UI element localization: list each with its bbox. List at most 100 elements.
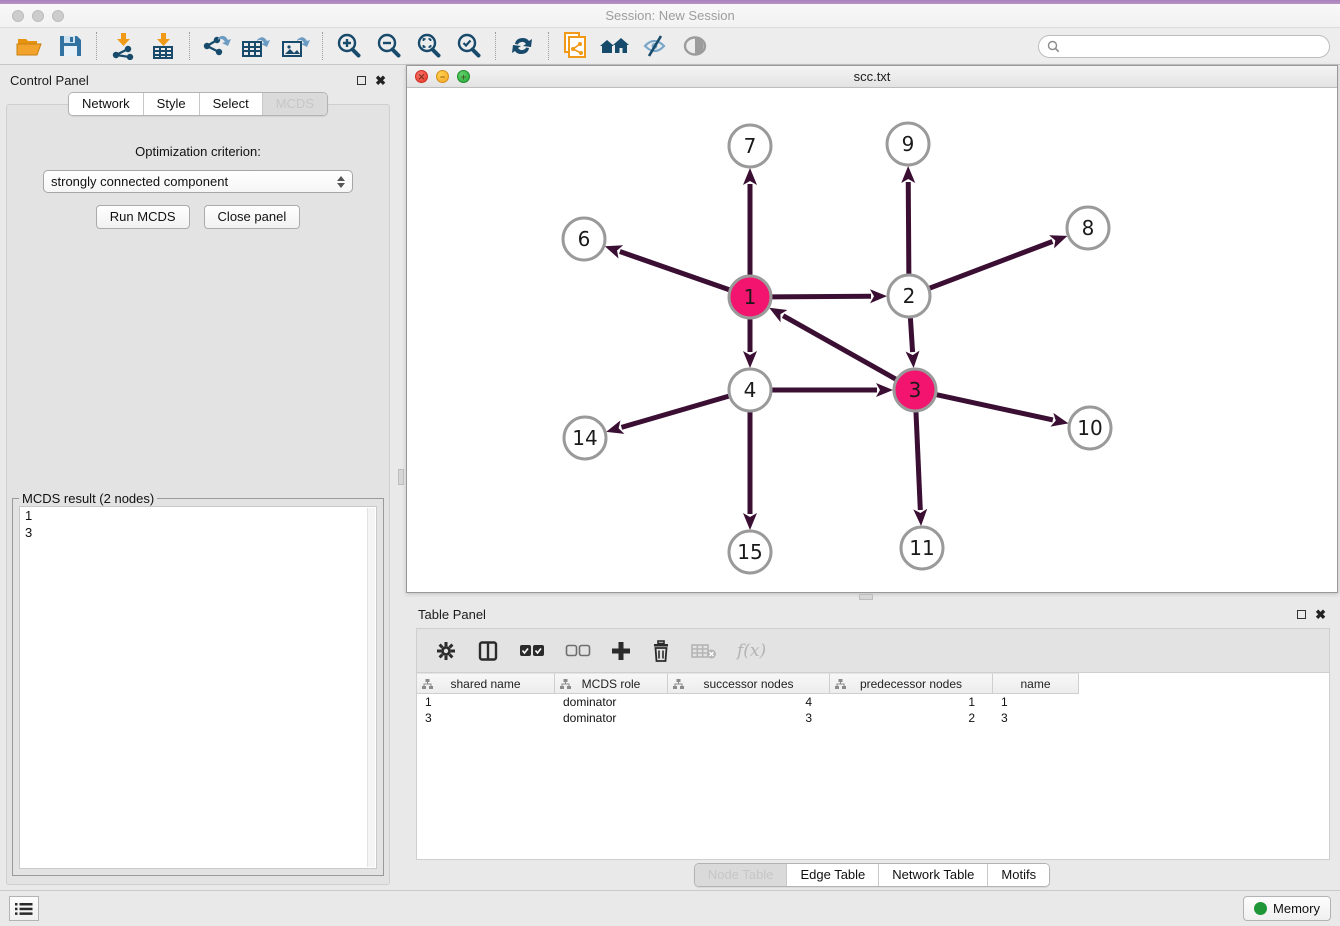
svg-text:14: 14 — [572, 426, 597, 450]
cell-name[interactable]: 3 — [993, 710, 1079, 726]
zoom-fit-icon[interactable] — [409, 31, 449, 61]
network-graph[interactable]: 7 9 6 8 1 2 4 3 14 10 15 11 — [407, 88, 1337, 592]
mcds-result-list[interactable]: 13 — [19, 506, 377, 869]
table-row[interactable]: 3dominator323 — [417, 710, 1329, 726]
edge-2-3[interactable] — [910, 318, 912, 352]
svg-text:4: 4 — [744, 378, 757, 402]
cell-predecessor-nodes[interactable]: 2 — [830, 710, 993, 726]
svg-text:7: 7 — [744, 134, 757, 158]
splitter-grip[interactable] — [859, 594, 873, 600]
graph-node-10[interactable]: 10 — [1069, 407, 1111, 449]
save-session-icon[interactable] — [50, 31, 90, 61]
delete-column-icon[interactable] — [651, 640, 671, 662]
export-table-icon[interactable] — [236, 31, 276, 61]
criterion-dropdown[interactable]: strongly connected component — [43, 170, 353, 193]
column-header-predecessor-nodes[interactable]: predecessor nodes — [830, 673, 993, 694]
network-canvas[interactable]: 7 9 6 8 1 2 4 3 14 10 15 11 — [407, 88, 1337, 592]
export-network-icon[interactable] — [196, 31, 236, 61]
graph-node-11[interactable]: 11 — [901, 527, 943, 569]
cell-successor-nodes[interactable]: 3 — [668, 710, 830, 726]
cell-name[interactable]: 1 — [993, 694, 1079, 710]
import-table-icon[interactable] — [143, 31, 183, 61]
column-header-name[interactable]: name — [993, 673, 1079, 694]
edge-2-9[interactable] — [908, 182, 909, 274]
horizontal-splitter[interactable] — [406, 593, 1338, 602]
graph-node-14[interactable]: 14 — [564, 417, 606, 459]
graph-node-1[interactable]: 1 — [729, 276, 771, 318]
table-panel-header: Table Panel ✖ — [406, 602, 1338, 626]
import-network-icon[interactable] — [103, 31, 143, 61]
export-image-icon[interactable] — [276, 31, 316, 61]
close-panel-button[interactable]: Close panel — [204, 205, 301, 229]
tab-network[interactable]: Network — [69, 93, 143, 115]
maximize-window-button[interactable] — [52, 10, 64, 22]
edge-3-11[interactable] — [916, 412, 920, 510]
columns-icon[interactable] — [477, 640, 499, 662]
cell-predecessor-nodes[interactable]: 1 — [830, 694, 993, 710]
node-table[interactable]: shared nameMCDS rolesuccessor nodesprede… — [417, 673, 1329, 859]
search-input[interactable] — [1065, 38, 1321, 54]
zoom-selected-icon[interactable] — [449, 31, 489, 61]
run-mcds-button[interactable]: Run MCDS — [96, 205, 190, 229]
graph-node-7[interactable]: 7 — [729, 125, 771, 167]
unselect-all-icon[interactable] — [565, 644, 591, 658]
zoom-in-icon[interactable] — [329, 31, 369, 61]
graph-node-4[interactable]: 4 — [729, 369, 771, 411]
memory-button[interactable]: Memory — [1243, 896, 1331, 921]
table-row[interactable]: 1dominator411 — [417, 694, 1329, 710]
close-panel-icon[interactable]: ✖ — [375, 74, 386, 87]
task-history-button[interactable] — [9, 896, 39, 921]
cell-successor-nodes[interactable]: 4 — [668, 694, 830, 710]
tab-node-table[interactable]: Node Table — [695, 864, 787, 886]
graph-node-6[interactable]: 6 — [563, 218, 605, 260]
cell-shared-name[interactable]: 1 — [417, 694, 555, 710]
graph-node-9[interactable]: 9 — [887, 123, 929, 165]
column-header-MCDS-role[interactable]: MCDS role — [555, 673, 668, 694]
float-panel-icon[interactable] — [357, 76, 366, 85]
result-scrollbar[interactable] — [367, 508, 375, 867]
graph-node-8[interactable]: 8 — [1067, 207, 1109, 249]
refresh-layout-icon[interactable] — [502, 31, 542, 61]
network-minimize-button[interactable]: − — [436, 70, 449, 83]
network-close-button[interactable]: ✕ — [415, 70, 428, 83]
tab-network-table[interactable]: Network Table — [878, 864, 987, 886]
zoom-out-icon[interactable] — [369, 31, 409, 61]
select-all-icon[interactable] — [519, 644, 545, 658]
hide-selected-icon[interactable] — [635, 31, 675, 61]
search-field[interactable] — [1038, 35, 1330, 58]
tab-motifs[interactable]: Motifs — [987, 864, 1049, 886]
memory-button-label: Memory — [1273, 901, 1320, 916]
tab-select[interactable]: Select — [199, 93, 262, 115]
graph-node-3[interactable]: 3 — [894, 369, 936, 411]
float-table-panel-icon[interactable] — [1297, 610, 1306, 619]
add-column-icon[interactable] — [611, 641, 631, 661]
network-view-window: ✕ − + scc.txt 79681243141015 — [406, 65, 1338, 593]
minimize-window-button[interactable] — [32, 10, 44, 22]
graph-node-2[interactable]: 2 — [888, 275, 930, 317]
clone-network-icon[interactable] — [555, 31, 595, 61]
tab-style[interactable]: Style — [143, 93, 199, 115]
show-all-icon[interactable] — [675, 31, 715, 61]
tab-mcds[interactable]: MCDS — [262, 93, 327, 115]
open-session-icon[interactable] — [10, 31, 50, 61]
edge-1-2[interactable] — [772, 296, 871, 297]
edge-4-14[interactable] — [621, 396, 728, 427]
edge-1-6[interactable] — [620, 252, 729, 290]
edge-3-10[interactable] — [936, 395, 1052, 420]
cell-shared-name[interactable]: 3 — [417, 710, 555, 726]
close-window-button[interactable] — [12, 10, 24, 22]
vertical-splitter[interactable] — [396, 65, 406, 890]
column-header-successor-nodes[interactable]: successor nodes — [668, 673, 830, 694]
graph-node-15[interactable]: 15 — [729, 531, 771, 573]
edge-2-8[interactable] — [930, 241, 1053, 288]
edge-3-1[interactable] — [783, 316, 896, 380]
home-icon[interactable] — [595, 31, 635, 61]
settings-gear-icon[interactable] — [435, 640, 457, 662]
cell-MCDS-role[interactable]: dominator — [555, 694, 668, 710]
splitter-grip[interactable] — [398, 469, 404, 485]
column-header-shared-name[interactable]: shared name — [417, 673, 555, 694]
network-maximize-button[interactable]: + — [457, 70, 470, 83]
cell-MCDS-role[interactable]: dominator — [555, 710, 668, 726]
tab-edge-table[interactable]: Edge Table — [786, 864, 878, 886]
close-table-panel-icon[interactable]: ✖ — [1315, 608, 1326, 621]
